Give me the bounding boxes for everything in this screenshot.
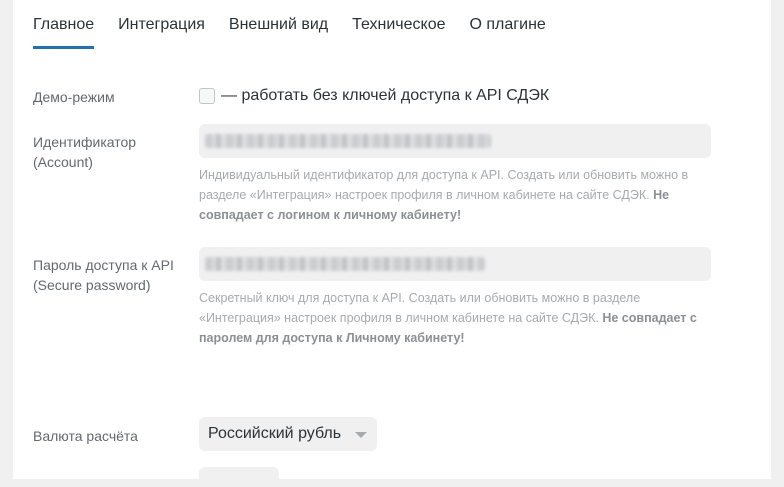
tab-appearance[interactable]: Внешний вид [229,0,328,52]
account-description: Индивидуальный идентификатор для доступа… [199,165,719,225]
account-label-sub: (Account) [33,154,93,170]
currency-label: Валюта расчёта [33,428,138,444]
chevron-down-icon [355,432,367,438]
demo-mode-checkbox-text: — работать без ключей доступа к API СДЭК [221,87,550,104]
settings-panel: Главное Интеграция Внешний вид Техническ… [13,0,771,487]
account-description-text: Индивидуальный идентификатор для доступа… [199,168,689,202]
password-description-text: Секретный ключ для доступа к API. Создат… [199,291,641,325]
password-label-sub: (Secure password) [33,277,151,293]
password-label-title: Пароль доступа к API [33,257,174,273]
account-masked-value [205,134,491,148]
password-masked-value [205,257,485,271]
currency-select[interactable]: Российский рубль [199,417,377,451]
demo-mode-label: Демо-режим [33,89,115,105]
password-input[interactable] [199,247,711,281]
demo-mode-checkbox[interactable] [199,88,215,104]
password-description: Секретный ключ для доступа к API. Создат… [199,288,719,348]
tab-main[interactable]: Главное [33,0,95,52]
tab-integration[interactable]: Интеграция [118,0,205,52]
demo-mode-control: — работать без ключей доступа к API СДЭК [199,87,549,105]
tab-bar: Главное Интеграция Внешний вид Техническ… [33,0,570,52]
next-field-partial[interactable] [199,467,279,487]
tab-about[interactable]: О плагине [470,0,546,52]
tab-technical[interactable]: Техническое [352,0,445,52]
account-input[interactable] [199,124,711,158]
account-label: Идентификатор (Account) [33,132,136,172]
account-label-title: Идентификатор [33,134,137,150]
password-label: Пароль доступа к API (Secure password) [33,255,174,295]
currency-selected-value: Российский рубль [208,425,342,442]
